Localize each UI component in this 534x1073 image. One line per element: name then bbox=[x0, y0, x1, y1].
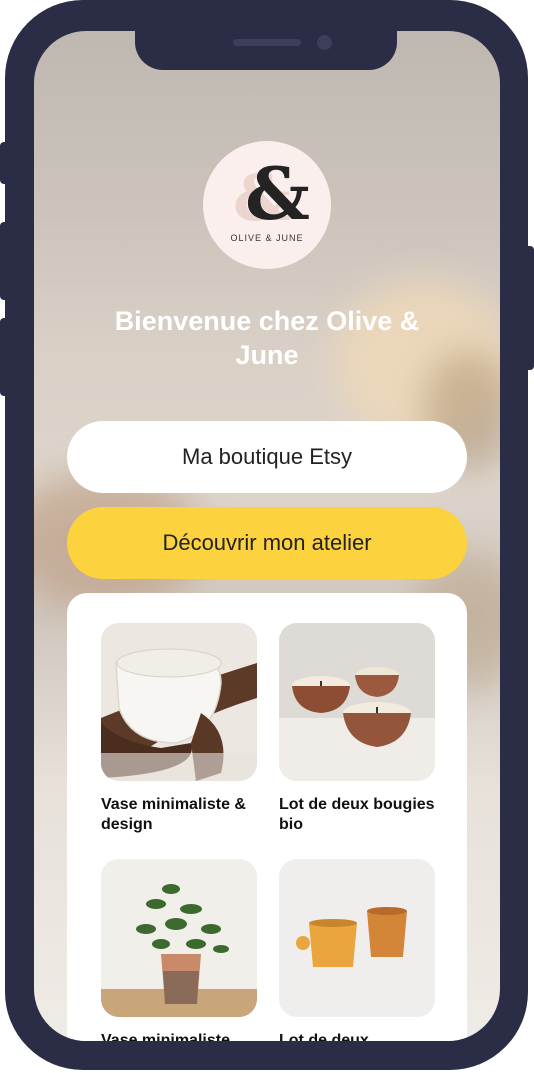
welcome-title: Bienvenue chez Olive & June bbox=[114, 306, 420, 370]
brand-logo: & & OLIVE & JUNE bbox=[203, 141, 331, 269]
etsy-shop-button[interactable]: Ma boutique Etsy bbox=[67, 421, 467, 493]
app-screen: & & OLIVE & JUNE Bienvenue chez Olive & … bbox=[34, 31, 500, 1041]
product-image-plant-pot bbox=[101, 859, 257, 1017]
product-item[interactable]: Vase minimaliste & design bbox=[101, 623, 261, 835]
phone-notch bbox=[135, 0, 397, 70]
logo-brand-name: OLIVE & JUNE bbox=[230, 233, 304, 243]
product-item[interactable]: Lot de deux bougies bio bbox=[279, 623, 439, 835]
camera-icon bbox=[317, 35, 332, 50]
product-name: Lot de deux bougies bio bbox=[279, 796, 435, 833]
product-grid-card: Vase minimaliste & design Lot de deux bo… bbox=[67, 593, 467, 1041]
product-item[interactable]: Lot de deux bbox=[279, 859, 439, 1041]
product-name: Lot de deux bbox=[279, 1032, 369, 1041]
discover-atelier-button[interactable]: Découvrir mon atelier bbox=[67, 507, 467, 579]
product-name: Vase minimaliste bbox=[101, 1032, 230, 1041]
product-image-cups bbox=[279, 859, 435, 1017]
logo-monogram: & bbox=[245, 151, 311, 236]
product-item[interactable]: Vase minimaliste bbox=[101, 859, 261, 1041]
product-name: Vase minimaliste & design bbox=[101, 796, 246, 833]
product-image-candles bbox=[279, 623, 435, 781]
product-image-white-bowl bbox=[101, 623, 257, 781]
speaker-icon bbox=[233, 39, 301, 46]
